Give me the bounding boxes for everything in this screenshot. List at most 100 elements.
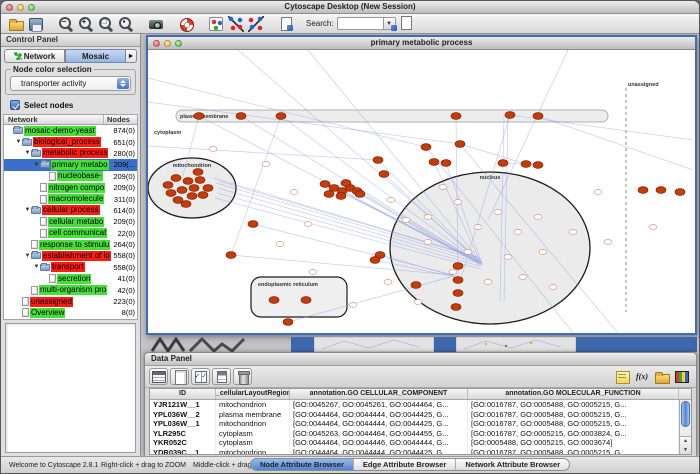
tree-header[interactable]: Network Nodes <box>3 114 138 125</box>
tab-network-attribute-browser[interactable]: Network Attribute Browser <box>455 459 569 470</box>
tree-row[interactable]: nitrogen compo209(0) <box>4 182 137 193</box>
edit-network-icon[interactable] <box>228 16 244 32</box>
zoom-to-fit-icon[interactable]: ▪ <box>118 16 134 32</box>
new-attribute-icon[interactable] <box>172 369 188 385</box>
select-nodes-checkbox[interactable] <box>10 100 20 110</box>
network-window-titlebar[interactable]: primary metabolic process <box>148 37 695 50</box>
table-row[interactable]: YJR121W__1mitochondrion[GO:0045267, GO:0… <box>150 400 691 410</box>
tree-row[interactable]: macromolecule311(0) <box>4 193 137 204</box>
network-canvas[interactable]: plasma membranecytoplasmmitochondrionnuc… <box>148 50 695 333</box>
tab-node-attribute-browser[interactable]: Node Attribute Browser <box>251 459 353 470</box>
tree-row[interactable]: ▼biological_process651(0) <box>4 136 137 147</box>
scroll-up-icon[interactable]: ▲ <box>683 438 688 444</box>
tree-row[interactable]: nucleobase- 209(0) <box>4 171 137 182</box>
attribute-table-icon-button[interactable] <box>149 368 168 385</box>
scroll-down-icon[interactable]: ▼ <box>683 447 688 453</box>
delete-attribute-icon[interactable] <box>235 369 251 385</box>
scrollbar-thumb[interactable] <box>681 401 690 427</box>
close-button[interactable] <box>6 4 13 11</box>
table-row[interactable]: YLR295Ccytoplasm[GO:0045263, GO:0044464,… <box>150 429 691 439</box>
tree-row[interactable]: cell communicat22(0) <box>4 228 137 239</box>
tree-row[interactable]: response to stimulu264(0) <box>4 239 137 250</box>
minimize-button[interactable] <box>17 4 24 11</box>
node-color-dropdown[interactable]: transporter activity <box>10 76 131 91</box>
status-bar: Welcome to Cytoscape 2.8.1Right-click + … <box>1 456 699 473</box>
node-count: 614(0) <box>113 206 135 215</box>
edit-network-alt-icon[interactable] <box>248 16 264 32</box>
search-combo[interactable]: ▼ <box>337 17 396 30</box>
expand-triangle-icon[interactable]: ▼ <box>33 262 40 272</box>
control-panel: Control Panel Network Mosaic ► Node colo… <box>1 34 141 456</box>
tree-row[interactable]: unassigned223(0) <box>4 296 137 307</box>
vizmapper-icon[interactable] <box>208 16 224 32</box>
tree-row[interactable]: mosaic-demo-yeast874(0) <box>4 125 137 136</box>
select-attributes-icon-button[interactable] <box>191 368 210 385</box>
node-count: 209(... <box>114 160 135 169</box>
delete-attribute-icon-button[interactable] <box>233 368 252 385</box>
minimize-button[interactable] <box>164 40 171 47</box>
tab-network[interactable]: Network <box>4 49 65 63</box>
table-row[interactable]: YPL036W__2plasma membrane[GO:0044464, GO… <box>150 410 691 420</box>
table-row[interactable]: YPL036W__1mitochondrion[GO:0044464, GO:0… <box>150 419 691 429</box>
svg-text:endoplasmic reticulum: endoplasmic reticulum <box>258 282 318 288</box>
app-titlebar[interactable]: Cytoscape Desktop (New Session) <box>1 1 699 14</box>
folder-icon <box>40 264 50 271</box>
function-builder-icon[interactable]: f(x) <box>634 369 650 385</box>
tree-row[interactable]: cellular metabo209(0) <box>4 216 137 227</box>
file-icon <box>40 217 47 226</box>
snapshot-camera-icon[interactable] <box>148 16 164 32</box>
network-tab-icon <box>14 52 22 60</box>
table-row[interactable]: YKR052Ccytoplasm[GO:0044464, GO:0044446,… <box>150 438 691 448</box>
zoom-in-icon[interactable]: + <box>78 16 94 32</box>
tree-row[interactable]: ▼establishment of lo558(0) <box>4 250 137 261</box>
node-count: 22(0) <box>117 229 135 238</box>
column-header[interactable]: ID <box>150 389 216 399</box>
save-session-icon[interactable] <box>28 16 44 32</box>
node-count: 264(0) <box>113 240 135 249</box>
help-icon[interactable] <box>178 16 194 32</box>
expand-triangle-icon[interactable]: ▼ <box>15 137 22 147</box>
attribute-table-icon[interactable] <box>151 369 167 385</box>
tree-row[interactable]: ▼metabolic process280(0) <box>4 148 137 159</box>
table-scrollbar[interactable]: ▲▼ <box>679 400 691 454</box>
zoom-button[interactable] <box>28 4 35 11</box>
load-attributes-icon[interactable] <box>654 369 670 385</box>
more-tabs-button[interactable]: ► <box>126 49 137 63</box>
column-header[interactable]: _cellularLayoutRegion <box>216 389 290 399</box>
node-count: 209(0) <box>113 172 135 181</box>
table-row[interactable]: YDR039C__1mitochondrion[GO:0044464, GO:0… <box>150 448 691 455</box>
attribute-table-header[interactable]: ID_cellularLayoutRegionannotation.GO CEL… <box>150 389 691 400</box>
import-attributes-icon[interactable] <box>614 369 630 385</box>
column-header[interactable]: annotation.GO MOLECULAR_FUNCTION <box>468 389 679 399</box>
search-input[interactable] <box>337 17 383 30</box>
close-button[interactable] <box>153 40 160 47</box>
birdseye-overview[interactable] <box>5 323 136 453</box>
tree-row[interactable]: ▼transport558(0) <box>4 262 137 273</box>
column-header[interactable]: annotation.GO CELLULAR_COMPONENT <box>290 389 468 399</box>
tab-mosaic[interactable]: Mosaic <box>65 49 126 63</box>
new-attribute-icon-button[interactable] <box>170 368 189 385</box>
expand-triangle-icon[interactable]: ▼ <box>33 160 40 170</box>
tree-row[interactable]: ▼cellular process614(0) <box>4 205 137 216</box>
annotation-icon[interactable] <box>278 16 294 32</box>
zoom-button[interactable] <box>175 40 182 47</box>
network-view-window[interactable]: primary metabolic process plasma membran… <box>146 35 697 335</box>
open-session-icon[interactable] <box>8 16 24 32</box>
expand-triangle-icon[interactable]: ▼ <box>24 251 31 261</box>
tree-row[interactable]: ▼primary metabo209(... <box>4 159 137 170</box>
attribute-list-icon-button[interactable] <box>212 368 231 385</box>
tree-row[interactable]: multi-organism pro42(0) <box>4 284 137 295</box>
zoom-selected-region-icon[interactable]: □ <box>98 16 114 32</box>
expand-triangle-icon[interactable]: ▼ <box>24 205 31 215</box>
zoom-out-icon[interactable]: − <box>58 16 74 32</box>
matrix-icon[interactable] <box>674 369 690 385</box>
tree-row[interactable]: Overview8(0) <box>4 307 137 318</box>
tab-edge-attribute-browser[interactable]: Edge Attribute Browser <box>353 459 455 470</box>
tree-row[interactable]: secretion41(0) <box>4 273 137 284</box>
svg-text:cytoplasm: cytoplasm <box>154 130 181 136</box>
tree-label: nucleobase- <box>57 171 103 181</box>
attribute-list-icon[interactable] <box>214 369 230 385</box>
select-attributes-icon[interactable] <box>193 369 209 385</box>
expand-triangle-icon[interactable]: ▼ <box>24 148 31 158</box>
node-count: 558(0) <box>113 263 135 272</box>
